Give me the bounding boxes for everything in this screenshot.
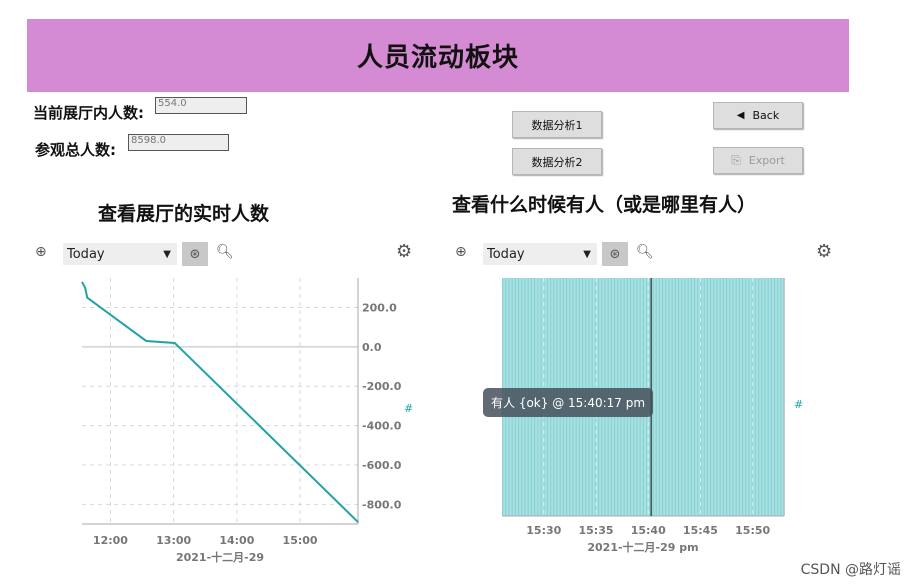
x-date-label: 2021-十二月-29 pm bbox=[587, 540, 698, 554]
zoom-reset-button[interactable]: ⊛ bbox=[182, 242, 208, 266]
presence-stripe bbox=[774, 278, 776, 516]
x-tick-label: 15:00 bbox=[283, 534, 318, 547]
x-tick-label: 12:00 bbox=[93, 534, 128, 547]
watermark: CSDN @路灯谣 bbox=[800, 562, 901, 578]
presence-stripe bbox=[690, 278, 692, 516]
y-tick-label: -800.0 bbox=[362, 498, 402, 511]
presence-stripe bbox=[681, 278, 683, 516]
presence-stripe bbox=[777, 278, 779, 516]
presence-stripe bbox=[761, 278, 763, 516]
chevron-down-icon: ▼ bbox=[163, 248, 171, 260]
presence-stripe bbox=[703, 278, 705, 516]
presence-stripe bbox=[674, 278, 676, 516]
presence-stripe bbox=[754, 278, 756, 516]
x-tick-label: 15:30 bbox=[526, 524, 561, 537]
presence-stripe bbox=[764, 278, 766, 516]
realtime-count-chart[interactable]: 200.0 0.0 -200.0 -400.0 -600.0 -800.0 12:00 13:… bbox=[0, 270, 440, 570]
x-tick-label: 15:35 bbox=[578, 524, 613, 537]
analysis2-label: 数据分析2 bbox=[531, 155, 583, 169]
analysis2-button[interactable]: 数据分析2 bbox=[512, 148, 602, 175]
presence-stripe bbox=[742, 278, 744, 516]
right-range-select[interactable]: Today ▼ bbox=[483, 243, 597, 265]
presence-stripe bbox=[678, 278, 680, 516]
presence-stripe bbox=[719, 278, 721, 516]
presence-stripe bbox=[706, 278, 708, 516]
presence-stripe bbox=[780, 278, 782, 516]
presence-stripe bbox=[713, 278, 715, 516]
chevron-down-icon: ▼ bbox=[583, 248, 591, 260]
back-arrow-icon: ◀ bbox=[736, 110, 745, 121]
total-visitors-label: 参观总人数: bbox=[35, 141, 116, 159]
presence-chart[interactable]: 15:30 15:35 15:40 15:45 15:50 2021-十二月-29 pm # bbox=[460, 270, 820, 570]
current-visitors-label: 当前展厅内人数: bbox=[33, 104, 144, 122]
current-visitors-field[interactable]: 554.0 bbox=[155, 97, 247, 114]
y-unit-label: # bbox=[794, 398, 803, 411]
total-visitors-field[interactable]: 8598.0 bbox=[128, 134, 229, 151]
zoom-reset-button[interactable]: ⊛ bbox=[602, 242, 628, 266]
left-panel-title: 查看展厅的实时人数 bbox=[98, 203, 270, 225]
x-tick-label: 15:40 bbox=[631, 524, 666, 537]
add-icon[interactable]: ⊕ bbox=[455, 245, 467, 259]
presence-stripe bbox=[694, 278, 696, 516]
presence-stripe bbox=[684, 278, 686, 516]
y-tick-label: 0.0 bbox=[362, 341, 382, 354]
gear-icon[interactable]: ⚙ bbox=[816, 241, 832, 262]
presence-stripe bbox=[735, 278, 737, 516]
zoom-reset-icon: ⊛ bbox=[609, 246, 621, 262]
presence-stripe bbox=[767, 278, 769, 516]
export-label: Export bbox=[748, 154, 785, 167]
x-tick-label: 15:50 bbox=[735, 524, 770, 537]
y-tick-label: 200.0 bbox=[362, 302, 397, 315]
y-tick-label: -200.0 bbox=[362, 380, 402, 393]
presence-stripe bbox=[732, 278, 734, 516]
x-tick-label: 13:00 bbox=[156, 534, 191, 547]
presence-stripe bbox=[658, 278, 660, 516]
presence-stripe bbox=[665, 278, 667, 516]
presence-stripe bbox=[726, 278, 728, 516]
back-button[interactable]: ◀ Back bbox=[713, 102, 803, 129]
x-date-label: 2021-十二月-29 bbox=[176, 550, 264, 564]
presence-stripe bbox=[722, 278, 724, 516]
x-tick-label: 15:45 bbox=[683, 524, 718, 537]
presence-stripe bbox=[748, 278, 750, 516]
presence-stripe bbox=[697, 278, 699, 516]
analysis1-label: 数据分析1 bbox=[531, 118, 583, 132]
left-range-value: Today bbox=[67, 246, 105, 262]
analysis1-button[interactable]: 数据分析1 bbox=[512, 111, 602, 138]
presence-stripe bbox=[770, 278, 772, 516]
presence-stripe bbox=[729, 278, 731, 516]
presence-stripe bbox=[745, 278, 747, 516]
presence-stripe bbox=[716, 278, 718, 516]
presence-stripe bbox=[738, 278, 740, 516]
add-icon[interactable]: ⊕ bbox=[35, 245, 47, 259]
presence-stripe bbox=[687, 278, 689, 516]
right-range-value: Today bbox=[487, 246, 525, 262]
presence-stripe bbox=[662, 278, 664, 516]
presence-stripe bbox=[668, 278, 670, 516]
presence-stripe bbox=[671, 278, 673, 516]
zoom-in-icon[interactable]: 🔍︎ bbox=[636, 245, 654, 259]
x-tick-label: 14:00 bbox=[219, 534, 254, 547]
y-unit-label: # bbox=[404, 402, 413, 415]
zoom-in-icon[interactable]: 🔍︎ bbox=[216, 245, 234, 259]
gear-icon[interactable]: ⚙ bbox=[396, 241, 412, 262]
y-tick-label: -400.0 bbox=[362, 420, 402, 433]
back-label: Back bbox=[752, 109, 780, 122]
header-banner: 人员流动板块 bbox=[27, 19, 849, 92]
page-title: 人员流动板块 bbox=[356, 43, 519, 73]
zoom-reset-icon: ⊛ bbox=[189, 246, 201, 262]
right-panel-title: 查看什么时候有人（或是哪里有人） bbox=[452, 194, 757, 216]
series-line bbox=[81, 281, 359, 523]
export-icon: ⎘ bbox=[731, 153, 741, 167]
export-button[interactable]: ⎘ Export bbox=[713, 147, 803, 174]
y-tick-label: -600.0 bbox=[362, 459, 402, 472]
left-range-select[interactable]: Today ▼ bbox=[63, 243, 177, 265]
chart-tooltip: 有人 {ok} @ 15:40:17 pm bbox=[483, 388, 654, 417]
presence-stripe bbox=[758, 278, 760, 516]
presence-stripe bbox=[655, 278, 657, 516]
presence-stripe bbox=[710, 278, 712, 516]
